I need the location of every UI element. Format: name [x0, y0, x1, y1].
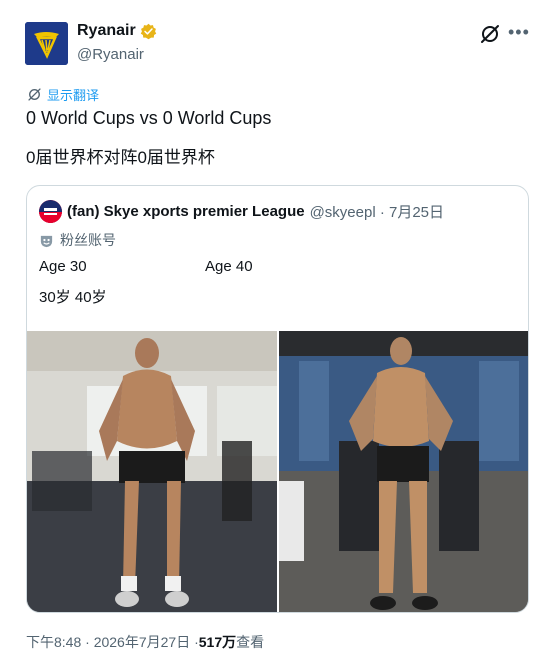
views-label: 查看 [236, 634, 265, 650]
quote-handle-date: @skyeepl · 7月25日 [309, 204, 445, 221]
author-handle[interactable]: @Ryanair [77, 46, 144, 63]
photo-age-30-image [27, 331, 277, 612]
fan-account-icon [40, 235, 53, 247]
tweet-timestamp[interactable]: 下午8:48 · 2026年7月27日 · [26, 632, 199, 652]
grok-icon[interactable] [479, 23, 501, 45]
view-count: 517万 [198, 634, 237, 650]
ryanair-harp-logo [25, 22, 68, 65]
more-icon[interactable]: ••• [508, 23, 530, 41]
tweet-footer: 下午8:48 · 2026年7月27日 · 517万 查看 [26, 632, 264, 652]
fan-account-label: 粉丝账号 [60, 232, 116, 248]
verified-badge-icon [140, 23, 156, 39]
author-display-name[interactable]: Ryanair [77, 22, 136, 40]
quote-header: (fan) Skye xports premier League @skyeep… [39, 200, 444, 223]
photo-age-40-image [279, 331, 528, 612]
translate-link[interactable]: 显示翻译 [27, 85, 99, 104]
tweet: Ryanair @Ryanair ••• 显示翻译 0 World Cups v… [0, 0, 543, 660]
author-avatar[interactable] [25, 22, 68, 65]
tweet-text-chinese: 0届世界杯对阵0届世界杯 [26, 148, 215, 167]
quote-author-name: (fan) Skye xports premier League [67, 203, 305, 220]
tweet-text-english: 0 World Cups vs 0 World Cups [26, 108, 272, 128]
quote-ages-chinese: 30岁 40岁 [39, 289, 107, 306]
translate-label: 显示翻译 [47, 88, 100, 103]
quote-avatar[interactable] [39, 200, 62, 223]
translate-icon [28, 88, 41, 101]
photo-age-40[interactable] [279, 331, 528, 612]
quote-age-right: Age 40 [205, 258, 253, 275]
quoted-tweet-card[interactable]: (fan) Skye xports premier League @skyeep… [26, 185, 529, 613]
fan-account-badge: 粉丝账号 [39, 230, 116, 250]
quote-age-left: Age 30 [39, 258, 87, 275]
sky-sports-logo [39, 200, 62, 223]
photo-age-30[interactable] [27, 331, 277, 612]
author-name-row: Ryanair [77, 22, 157, 40]
